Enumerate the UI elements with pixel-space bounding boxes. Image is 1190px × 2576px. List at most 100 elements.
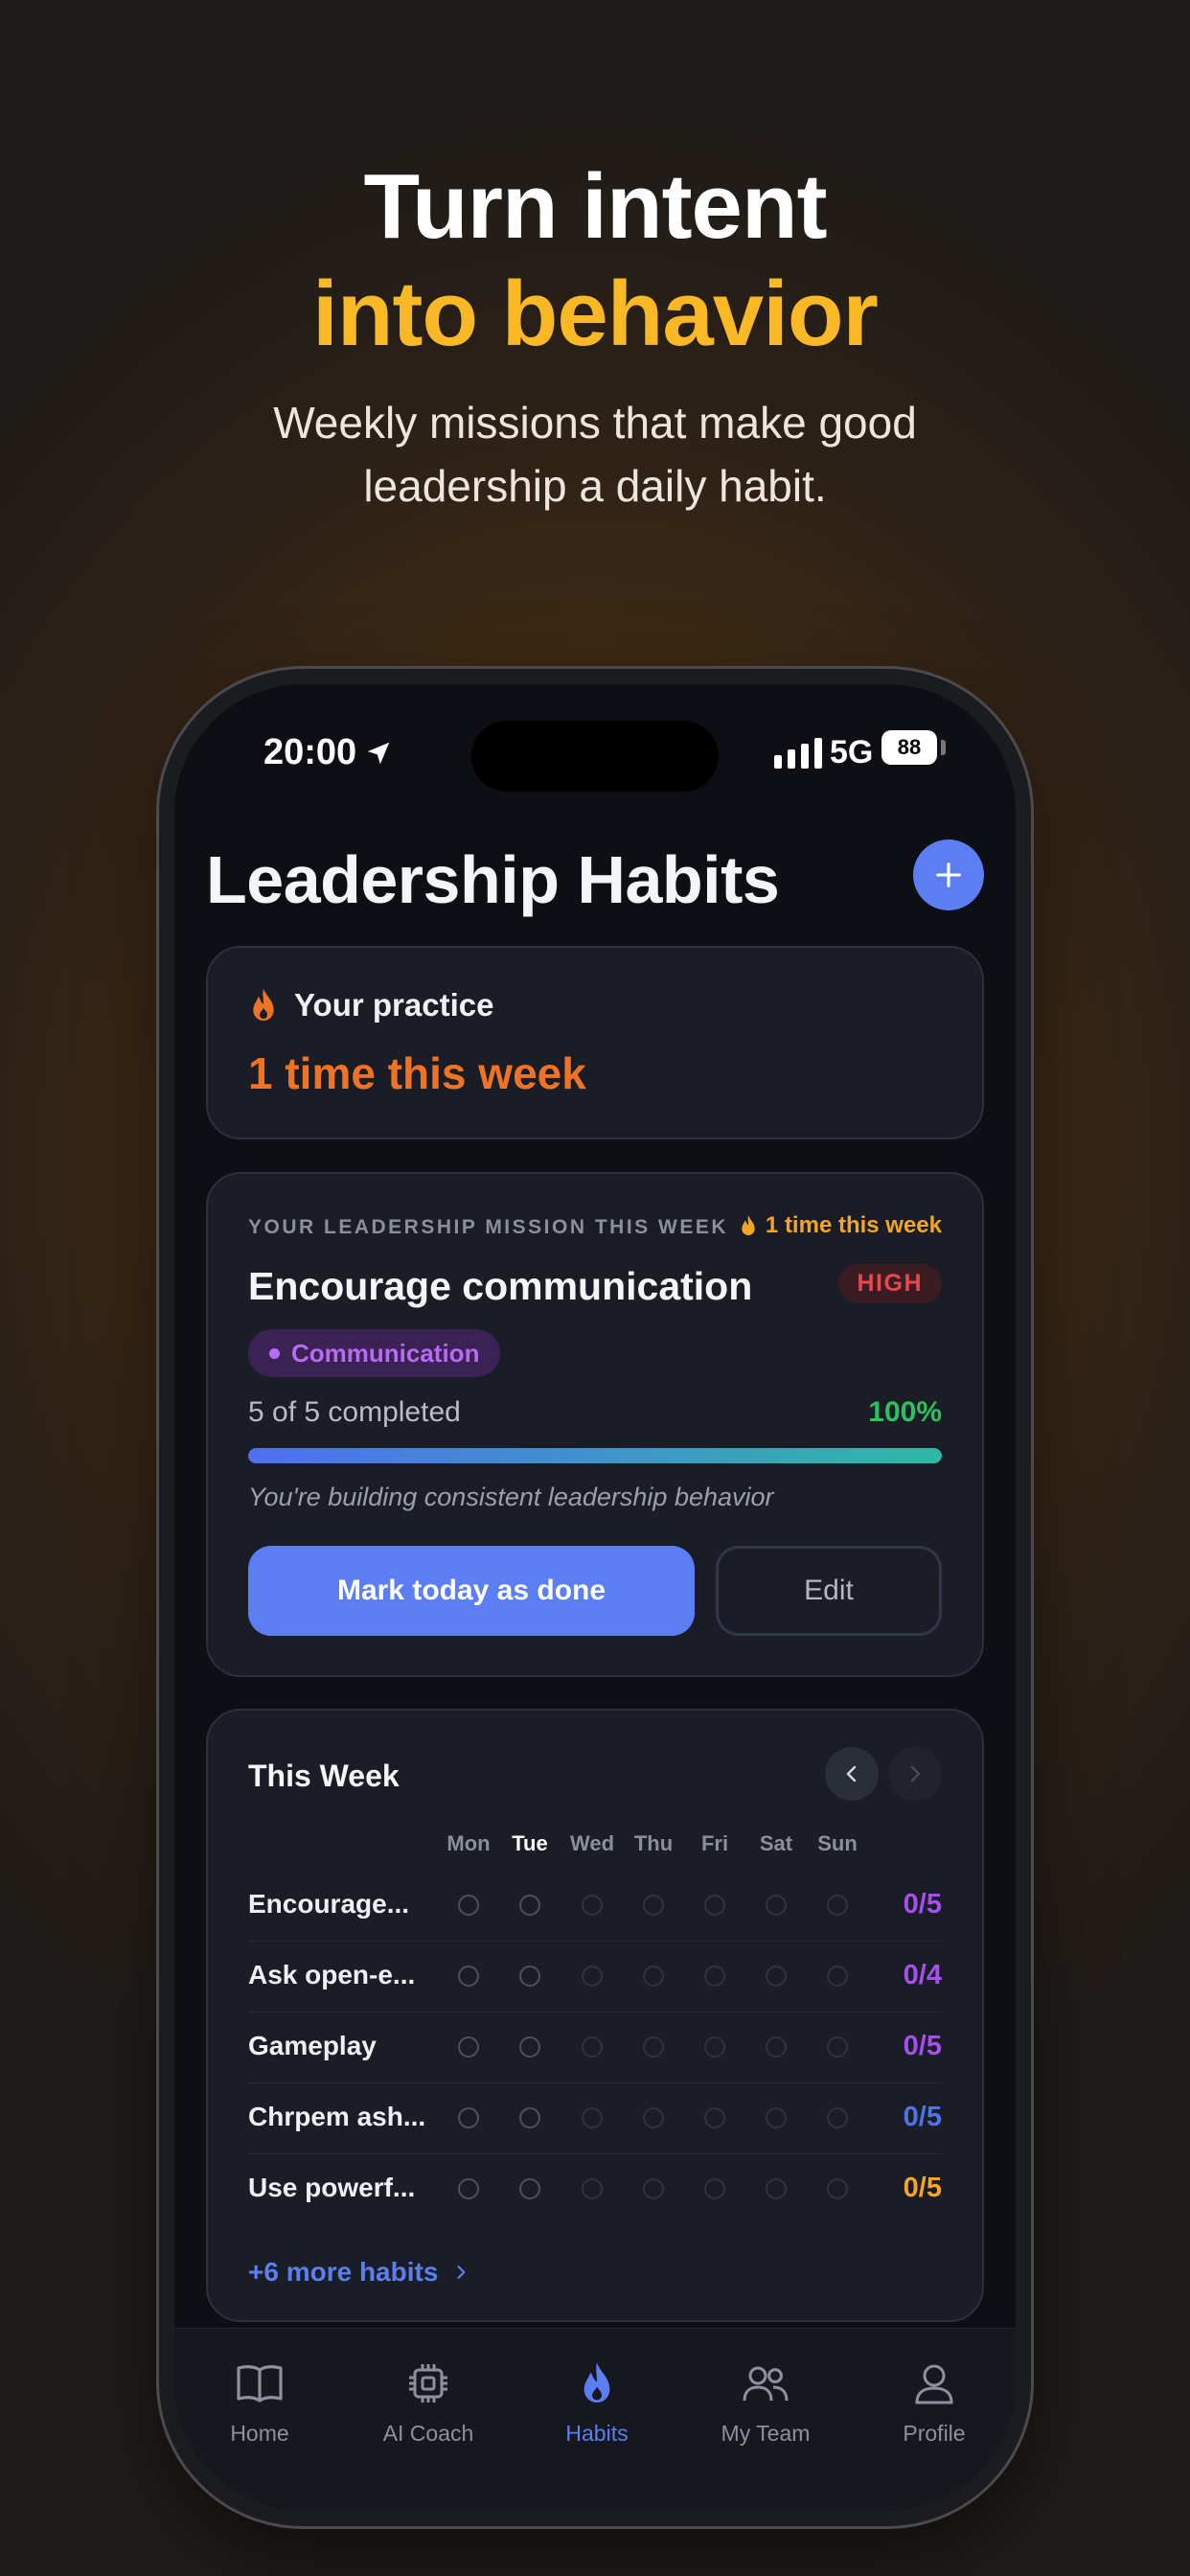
flame-icon bbox=[584, 2362, 610, 2403]
day-check-circle[interactable] bbox=[519, 2107, 540, 2128]
mark-done-button[interactable]: Mark today as done bbox=[248, 1546, 695, 1636]
tab-my-team-label: My Team bbox=[721, 2421, 811, 2446]
habit-row[interactable]: Use powerf... 0/5 bbox=[248, 2153, 942, 2224]
weekday-wed: Wed bbox=[569, 1831, 615, 1855]
mission-title: Encourage communication bbox=[248, 1264, 753, 1308]
weekday-sat: Sat bbox=[759, 1831, 793, 1855]
hero-subtitle: Weekly missions that make good leadershi… bbox=[273, 398, 917, 511]
practice-label-row: Your practice bbox=[248, 986, 493, 1024]
day-check-circle[interactable] bbox=[827, 2107, 848, 2128]
progress-bar-fill bbox=[248, 1448, 942, 1463]
day-check-circle[interactable] bbox=[458, 1895, 479, 1916]
habit-score: 0/4 bbox=[903, 1960, 942, 1990]
category-tag: Communication bbox=[248, 1329, 501, 1377]
habit-score: 0/5 bbox=[903, 2031, 942, 2061]
habit-score: 0/5 bbox=[903, 2102, 942, 2132]
day-check-circle[interactable] bbox=[704, 2036, 725, 2058]
habit-row[interactable]: Chrpem ash... 0/5 bbox=[248, 2082, 942, 2154]
habit-name: Encourage... bbox=[248, 1889, 410, 1919]
mission-note: You're building consistent leadership be… bbox=[248, 1483, 774, 1511]
add-habit-button[interactable] bbox=[913, 840, 984, 910]
habit-name: Chrpem ash... bbox=[248, 2102, 426, 2131]
day-check-circle[interactable] bbox=[766, 1966, 787, 1987]
tab-habits-label: Habits bbox=[565, 2421, 629, 2446]
more-habits-link[interactable]: +6 more habits bbox=[248, 2257, 470, 2288]
mission-streak: 1 time this week bbox=[739, 1212, 942, 1239]
habit-score: 0/5 bbox=[903, 1889, 942, 1920]
weekday-fri: Fri bbox=[700, 1831, 729, 1855]
tab-my-team[interactable]: My Team bbox=[684, 2356, 847, 2447]
day-check-circle[interactable] bbox=[582, 2107, 603, 2128]
habit-row[interactable]: Encourage... 0/5 bbox=[248, 1870, 942, 1942]
day-check-circle[interactable] bbox=[704, 1966, 725, 1987]
day-check-circle[interactable] bbox=[827, 1895, 848, 1916]
day-check-circle[interactable] bbox=[643, 2107, 664, 2128]
category-tag-label: Communication bbox=[291, 1338, 480, 1368]
progress-text: 5 of 5 completed bbox=[248, 1396, 461, 1428]
day-check-circle[interactable] bbox=[827, 1966, 848, 1987]
day-check-circle[interactable] bbox=[766, 2107, 787, 2128]
day-check-circle[interactable] bbox=[458, 1966, 479, 1987]
day-check-circle[interactable] bbox=[704, 2107, 725, 2128]
book-icon bbox=[237, 2365, 283, 2403]
habit-name: Ask open-e... bbox=[248, 1960, 416, 1990]
battery-icon: 88 bbox=[881, 730, 937, 765]
day-check-circle[interactable] bbox=[766, 2036, 787, 2058]
hero-title: Turn intent into behavior bbox=[0, 153, 1190, 368]
day-check-circle[interactable] bbox=[582, 2178, 603, 2199]
hero-title-line2: into behavior bbox=[312, 263, 879, 365]
tab-profile[interactable]: Profile bbox=[853, 2356, 1016, 2447]
plus-icon bbox=[936, 862, 961, 887]
day-check-circle[interactable] bbox=[643, 1895, 664, 1916]
mission-card: YOUR LEADERSHIP MISSION THIS WEEK 1 time… bbox=[206, 1172, 984, 1677]
habit-score: 0/5 bbox=[903, 2173, 942, 2203]
page-title: Leadership Habits bbox=[206, 842, 780, 917]
header: Leadership Habits bbox=[206, 828, 984, 933]
status-time-text: 20:00 bbox=[263, 732, 357, 772]
day-check-circle[interactable] bbox=[519, 1966, 540, 1987]
day-check-circle[interactable] bbox=[827, 2178, 848, 2199]
day-check-circle[interactable] bbox=[643, 1966, 664, 1987]
day-check-circle[interactable] bbox=[519, 1895, 540, 1916]
flame-icon bbox=[253, 988, 274, 1021]
next-week-button[interactable] bbox=[888, 1747, 942, 1801]
practice-count: 1 time this week bbox=[248, 1048, 586, 1098]
this-week-card: This Week Mon Tue Wed Thu Fri Sat Sun Encourag… bbox=[206, 1709, 984, 2322]
hero-title-line1: Turn intent bbox=[363, 155, 827, 258]
day-check-circle[interactable] bbox=[458, 2107, 479, 2128]
chevron-right-icon bbox=[910, 1765, 921, 1782]
day-check-circle[interactable] bbox=[766, 2178, 787, 2199]
progress-bar bbox=[248, 1448, 942, 1463]
practice-label: Your practice bbox=[294, 987, 494, 1023]
mission-streak-text: 1 time this week bbox=[765, 1212, 942, 1238]
day-check-circle[interactable] bbox=[458, 2178, 479, 2199]
this-week-title: This Week bbox=[248, 1759, 400, 1793]
mission-eyebrow: YOUR LEADERSHIP MISSION THIS WEEK bbox=[248, 1216, 728, 1238]
previous-week-button[interactable] bbox=[825, 1747, 879, 1801]
chip-icon bbox=[409, 2364, 447, 2403]
habit-row[interactable]: Ask open-e... 0/4 bbox=[248, 1941, 942, 2012]
day-check-circle[interactable] bbox=[582, 1895, 603, 1916]
edit-button[interactable]: Edit bbox=[716, 1546, 942, 1636]
signal-icon bbox=[774, 738, 822, 769]
weekday-header: Mon Tue Wed Thu Fri Sat Sun bbox=[208, 1831, 982, 1860]
battery-tip bbox=[941, 740, 946, 755]
day-check-circle[interactable] bbox=[519, 2178, 540, 2199]
day-check-circle[interactable] bbox=[643, 2036, 664, 2058]
day-check-circle[interactable] bbox=[643, 2178, 664, 2199]
day-check-circle[interactable] bbox=[766, 1895, 787, 1916]
day-check-circle[interactable] bbox=[458, 2036, 479, 2058]
status-time: 20:00 bbox=[263, 732, 393, 773]
day-check-circle[interactable] bbox=[704, 1895, 725, 1916]
day-check-circle[interactable] bbox=[582, 1966, 603, 1987]
day-check-circle[interactable] bbox=[582, 2036, 603, 2058]
day-check-circle[interactable] bbox=[519, 2036, 540, 2058]
tab-ai-coach[interactable]: AI Coach bbox=[347, 2356, 510, 2447]
team-icon bbox=[743, 2366, 789, 2402]
tab-home[interactable]: Home bbox=[178, 2356, 341, 2447]
tab-habits[interactable]: Habits bbox=[515, 2356, 678, 2447]
day-check-circle[interactable] bbox=[827, 2036, 848, 2058]
habit-row[interactable]: Gameplay 0/5 bbox=[248, 2012, 942, 2083]
day-check-circle[interactable] bbox=[704, 2178, 725, 2199]
location-arrow-icon bbox=[367, 742, 390, 764]
